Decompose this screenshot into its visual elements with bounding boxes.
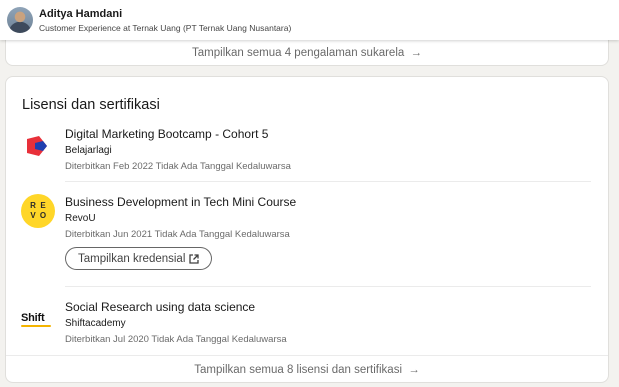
certification-date: Diterbitkan Jul 2020 Tidak Ada Tanggal K…: [65, 334, 287, 345]
divider: [65, 286, 591, 287]
certification-issuer: Shiftacademy: [65, 318, 126, 329]
external-link-icon: [189, 253, 200, 264]
shiftacademy-logo[interactable]: Shift: [21, 299, 55, 339]
logo-letter: V: [30, 211, 36, 220]
arrow-right-icon: →: [408, 364, 420, 376]
footer-divider: [6, 355, 608, 356]
logo-letter: E: [40, 201, 46, 210]
revou-logo[interactable]: R E V O: [21, 194, 55, 228]
logo-letter: R: [30, 201, 36, 210]
certification-item: Shift Social Research using data science…: [6, 299, 610, 349]
certification-title[interactable]: Digital Marketing Bootcamp - Cohort 5: [65, 126, 291, 142]
certification-item: R E V O Business Development in Tech Min…: [6, 194, 610, 294]
profile-identity: Aditya Hamdani Customer Experience at Te…: [39, 7, 291, 34]
show-all-certifications-link[interactable]: Tampilkan semua 8 lisensi dan sertifikas…: [6, 364, 608, 376]
certification-title[interactable]: Business Development in Tech Mini Course: [65, 194, 296, 210]
avatar[interactable]: [7, 7, 33, 33]
certification-details: Business Development in Tech Mini Course…: [65, 194, 296, 241]
shift-logo-text: Shift: [21, 311, 45, 324]
certification-details: Social Research using data science Shift…: [65, 299, 287, 346]
show-credential-label: Tampilkan kredensial: [78, 252, 186, 265]
certification-title[interactable]: Social Research using data science: [65, 299, 287, 315]
divider: [65, 181, 591, 182]
belajarlagi-logo[interactable]: [21, 129, 55, 163]
certification-details: Digital Marketing Bootcamp - Cohort 5 Be…: [65, 126, 291, 173]
profile-headline: Customer Experience at Ternak Uang (PT T…: [39, 22, 292, 33]
sticky-profile-header: Aditya Hamdani Customer Experience at Te…: [0, 0, 619, 40]
certification-issuer: RevoU: [65, 213, 96, 224]
certifications-section-card: Lisensi dan sertifikasi Digital Marketin…: [5, 76, 609, 383]
shift-logo-underline: [21, 324, 51, 327]
show-all-volunteer-label: Tampilkan semua 4 pengalaman sukarela: [192, 47, 405, 59]
arrow-right-icon: →: [410, 47, 422, 59]
certification-item: Digital Marketing Bootcamp - Cohort 5 Be…: [6, 126, 610, 176]
profile-name[interactable]: Aditya Hamdani: [39, 7, 291, 21]
certification-date: Diterbitkan Jun 2021 Tidak Ada Tanggal K…: [65, 229, 290, 240]
certification-date: Diterbitkan Feb 2022 Tidak Ada Tanggal K…: [65, 161, 291, 172]
section-title: Lisensi dan sertifikasi: [22, 97, 160, 113]
logo-letter: O: [39, 211, 47, 220]
show-all-volunteer-link[interactable]: Tampilkan semua 4 pengalaman sukarela →: [6, 47, 608, 59]
show-credential-button[interactable]: Tampilkan kredensial: [65, 247, 213, 270]
show-all-certifications-label: Tampilkan semua 8 lisensi dan sertifikas…: [194, 364, 403, 376]
certification-issuer: Belajarlagi: [65, 145, 112, 156]
